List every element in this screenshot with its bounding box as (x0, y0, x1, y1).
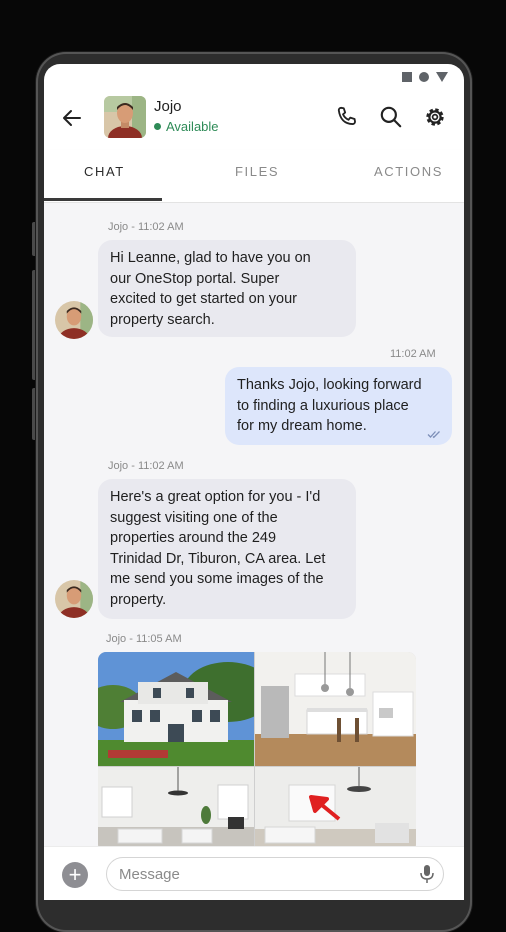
property-bedroom-image[interactable] (255, 767, 416, 846)
search-icon[interactable] (378, 104, 404, 130)
tab-files[interactable]: FILES (235, 164, 279, 179)
status-bar (44, 64, 464, 90)
back-nav-icon (436, 72, 448, 82)
message-line: Here's a great option for you - I'd (110, 489, 321, 505)
phone-icon[interactable] (334, 104, 360, 130)
microphone-icon[interactable] (418, 864, 436, 884)
message-meta: 11:02 AM (390, 348, 436, 360)
outgoing-message[interactable]: Thanks Jojo, looking forward to finding … (225, 367, 452, 445)
tab-actions[interactable]: ACTIONS (374, 164, 443, 179)
message-line: property search. (110, 311, 215, 328)
message-line: suggest visiting one of the (110, 509, 278, 526)
double-check-icon (427, 431, 440, 439)
message-line: Trinidad Dr, Tiburon, CA area. Let (110, 550, 326, 567)
property-living-room-image[interactable] (98, 767, 254, 846)
message-line: Thanks Jojo, looking forward (237, 377, 422, 393)
message-meta: Jojo - 11:02 AM (108, 221, 184, 233)
chat-header: Jojo Available (44, 90, 464, 150)
message-list[interactable]: Jojo - 11:02 AM Hi Leanne, glad to have … (44, 203, 464, 846)
presence-label: Available (166, 119, 219, 134)
contact-name: Jojo (154, 98, 182, 115)
message-line: for my dream home. (237, 418, 367, 434)
incoming-message[interactable]: Here's a great option for you - I'd sugg… (98, 479, 356, 619)
message-line: me send you some images of the (110, 571, 324, 587)
contact-avatar[interactable] (104, 96, 146, 138)
message-meta: Jojo - 11:05 AM (106, 633, 182, 645)
message-line: property. (110, 591, 167, 608)
home-icon (419, 72, 429, 82)
compose-bar: + (44, 846, 464, 900)
message-line: excited to get started on your (110, 291, 297, 307)
online-dot-icon (154, 123, 161, 130)
image-gallery[interactable] (98, 652, 416, 846)
tab-bar: CHAT FILES ACTIONS (44, 150, 464, 203)
sender-avatar[interactable] (55, 301, 93, 339)
property-kitchen-image[interactable] (255, 652, 416, 766)
presence-status: Available (154, 119, 219, 134)
sender-avatar[interactable] (55, 580, 93, 618)
message-line: Hi Leanne, glad to have you on (110, 250, 311, 266)
message-input[interactable] (106, 857, 444, 891)
app-screen: Jojo Available CHAT FILES ACTIONS Jojo -… (44, 64, 464, 900)
back-arrow-icon[interactable] (60, 106, 84, 130)
message-line: to finding a luxurious place (237, 397, 409, 414)
message-line: properties around the 249 (110, 530, 277, 546)
add-attachment-button[interactable]: + (62, 862, 88, 888)
property-exterior-image[interactable] (98, 652, 254, 766)
message-meta: Jojo - 11:02 AM (108, 460, 184, 472)
active-tab-indicator (44, 198, 162, 201)
tab-chat[interactable]: CHAT (84, 164, 125, 179)
message-line: our OneStop portal. Super (110, 270, 280, 287)
recents-icon (402, 72, 412, 82)
settings-gear-icon[interactable] (422, 104, 448, 130)
incoming-message[interactable]: Hi Leanne, glad to have you on our OneSt… (98, 240, 356, 337)
